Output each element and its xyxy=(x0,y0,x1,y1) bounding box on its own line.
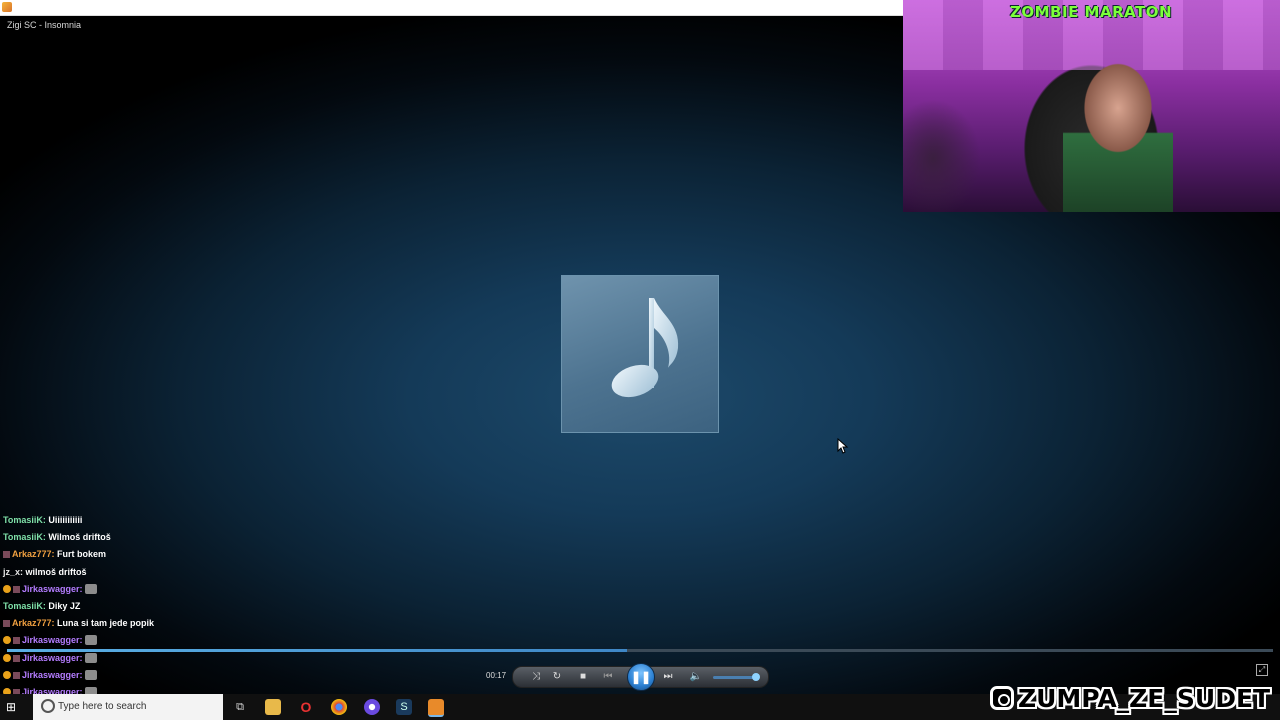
next-button[interactable]: ⏭ xyxy=(661,670,675,684)
repeat-icon[interactable]: ↻ xyxy=(550,670,564,684)
chat-text: wilmoš driftoš xyxy=(25,566,87,577)
mute-button[interactable]: 🔈 xyxy=(689,670,703,684)
chat-message: TomasiiK: Wilmoš driftoš xyxy=(3,531,303,548)
chat-text: Wilmoš driftoš xyxy=(48,532,111,543)
chat-text: Luna si tam jede popik xyxy=(57,618,155,629)
steam-icon[interactable]: S xyxy=(396,699,412,715)
stream-title: ZOMBIE MARATON xyxy=(1010,3,1173,21)
volume-knob[interactable] xyxy=(752,673,760,681)
user-badge-icon xyxy=(13,671,20,679)
stop-button[interactable]: ■ xyxy=(576,670,590,684)
volume-slider[interactable] xyxy=(713,673,760,681)
chat-emote-icon xyxy=(85,583,98,594)
taskbar-search-box[interactable]: Type here to search xyxy=(33,694,223,720)
chat-username: Jirkaswagger xyxy=(22,669,80,680)
chat-username: TomasiiK xyxy=(3,515,43,525)
chat-username: Arkaz777 xyxy=(12,549,52,560)
sub-badge-icon xyxy=(3,636,11,645)
chat-text: Furt bokem xyxy=(57,549,107,560)
chat-username: TomasiiK xyxy=(3,532,43,543)
user-badge-icon xyxy=(13,585,20,593)
chat-message: Arkaz777: Luna si tam jede popik xyxy=(3,617,303,634)
user-badge-icon xyxy=(3,620,10,628)
chat-text: Diky JZ xyxy=(48,600,81,611)
sub-badge-icon xyxy=(3,584,11,593)
window-title: Zigi SC - Insomnia xyxy=(7,20,82,30)
chat-username: Arkaz777 xyxy=(12,618,52,629)
instagram-handle: ZUMPA_ZE_SUDET xyxy=(1018,684,1271,713)
chat-message: Jirkaswagger: xyxy=(3,583,303,600)
elapsed-time: 00:17 xyxy=(486,671,507,680)
album-art-placeholder xyxy=(561,275,719,433)
previous-button[interactable]: ⏮ xyxy=(601,670,615,684)
chat-message: Jirkaswagger: xyxy=(3,652,303,669)
chat-message: Arkaz777: Furt bokem xyxy=(3,548,303,565)
play-pause-button[interactable]: ❚❚ xyxy=(627,663,655,691)
task-view-icon[interactable]: ⧉ xyxy=(232,699,248,715)
webcam-overlay xyxy=(903,0,1280,212)
playback-controls: ⤨ ↻ ■ ⏮ ❚❚ ⏭ 🔈 xyxy=(512,663,769,691)
search-placeholder: Type here to search xyxy=(58,701,147,712)
chat-message: TomasiiK: Uiiiiiiiiiii xyxy=(3,514,303,531)
sub-badge-icon xyxy=(3,670,11,679)
chat-message: Jirkaswagger: xyxy=(3,669,303,686)
chat-text: Uiiiiiiiiiii xyxy=(48,515,83,525)
instagram-banner: ZUMPA_ZE_SUDET xyxy=(990,684,1278,716)
chat-emote-icon xyxy=(85,652,98,663)
mouse-cursor-icon xyxy=(837,438,849,454)
chat-username: Jirkaswagger xyxy=(22,583,80,594)
chat-emote-icon xyxy=(85,669,98,680)
fullscreen-toggle-icon[interactable]: ⤢ xyxy=(1256,664,1268,676)
user-badge-icon xyxy=(13,637,20,645)
chrome-icon[interactable] xyxy=(331,699,347,715)
shuffle-icon[interactable]: ⤨ xyxy=(529,670,543,684)
file-explorer-icon[interactable] xyxy=(265,699,281,715)
opera-icon[interactable]: O xyxy=(298,699,314,715)
instagram-icon xyxy=(990,686,1014,710)
chat-username: TomasiiK xyxy=(3,600,43,611)
user-badge-icon xyxy=(13,654,20,662)
seek-bar[interactable] xyxy=(7,649,1273,652)
window-titlebar xyxy=(0,0,903,16)
chat-username: jz_x xyxy=(3,566,21,577)
chat-username: Jirkaswagger xyxy=(22,635,80,646)
user-badge-icon xyxy=(3,551,10,559)
sub-badge-icon xyxy=(3,653,11,662)
seek-bar-fill xyxy=(7,649,628,652)
app-icon[interactable] xyxy=(364,699,380,715)
windows-start-icon[interactable]: ⊞ xyxy=(6,700,20,714)
music-note-icon xyxy=(611,298,679,398)
chat-emote-icon xyxy=(85,635,98,646)
media-player-icon[interactable] xyxy=(428,699,444,717)
pause-icon: ❚❚ xyxy=(630,670,652,684)
streamer-figure xyxy=(1063,60,1173,212)
search-icon xyxy=(41,699,55,713)
media-player-app-icon xyxy=(2,2,12,12)
chat-overlay: TomasiiK: Uiiiiiiiiiii TomasiiK: Wilmoš d… xyxy=(3,514,303,703)
chat-message: jz_x: wilmoš driftoš xyxy=(3,566,303,583)
chat-message: TomasiiK: Diky JZ xyxy=(3,600,303,617)
chat-username: Jirkaswagger xyxy=(22,652,80,663)
